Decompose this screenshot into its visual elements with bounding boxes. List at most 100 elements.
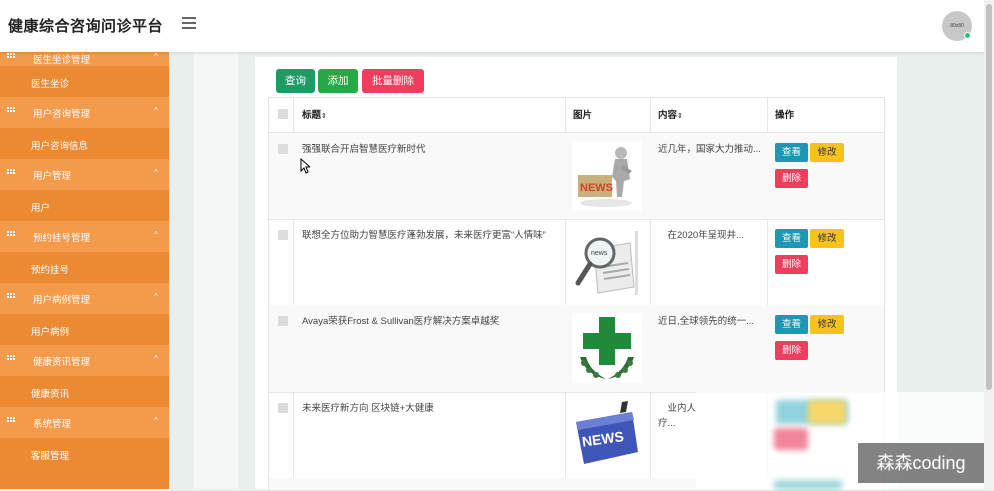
column-header-actions: 操作 — [775, 98, 794, 132]
sidebar-item-label: 客服管理 — [31, 451, 70, 462]
edit-button[interactable]: 修改 — [810, 143, 844, 162]
sidebar-item-label: 预约挂号 — [31, 265, 70, 276]
row-checkbox[interactable] — [278, 230, 288, 240]
column-header-image: 图片 — [573, 98, 592, 132]
app-title: 健康综合咨询问诊平台 — [8, 18, 164, 35]
green-cross-icon — [572, 313, 642, 383]
view-button[interactable]: 查看 — [775, 143, 808, 162]
caret-up-icon: ^ — [154, 168, 158, 177]
news-figure-icon: NEWS — [572, 141, 642, 211]
sidebar-group-appointment[interactable]: 预约挂号管理 ^ — [0, 221, 169, 252]
table-header: 标题⇕ 图片 内容⇕ 操作 — [269, 98, 884, 133]
grid-icon — [7, 417, 16, 425]
row-content: 近日,全球领先的统一... — [658, 316, 755, 327]
top-header: 健康综合咨询问诊平台 80x80 — [0, 0, 984, 52]
delete-button[interactable]: 删除 — [775, 255, 808, 274]
add-button[interactable]: 添加 — [318, 69, 358, 93]
sidebar-group-users[interactable]: 用户管理 ^ — [0, 159, 169, 190]
svg-text:NEWS: NEWS — [580, 182, 613, 194]
sidebar-group-cases[interactable]: 用户病例管理 ^ — [0, 283, 169, 314]
watermark: 森森coding — [858, 443, 984, 483]
column-header-label: 图片 — [573, 110, 593, 121]
edit-button[interactable]: 修改 — [810, 229, 844, 248]
sidebar-group-label: 预约挂号管理 — [33, 233, 91, 244]
sidebar-item-doctor[interactable]: 医生坐诊 — [0, 66, 169, 97]
blurred-button — [774, 428, 808, 450]
sidebar-group-label: 用户病例管理 — [33, 295, 91, 306]
caret-up-icon: ^ — [154, 292, 158, 301]
caret-up-icon: ^ — [154, 230, 158, 239]
avatar[interactable]: 80x80 — [942, 11, 972, 41]
column-header-title[interactable]: 标题⇕ — [302, 98, 327, 132]
grid-icon — [7, 355, 16, 363]
magnifier-newspaper-icon: news — [572, 227, 642, 297]
sidebar-item-cases[interactable]: 用户病例 — [0, 314, 169, 345]
sidebar-item-consult[interactable]: 用户咨询信息 — [0, 128, 169, 159]
view-button[interactable]: 查看 — [775, 315, 808, 334]
sidebar-item-appointment[interactable]: 预约挂号 — [0, 252, 169, 283]
delete-button[interactable]: 删除 — [775, 341, 808, 360]
sidebar-item-label: 用户 — [31, 203, 51, 214]
column-header-label: 标题 — [302, 110, 322, 121]
table-row: 联想全方位助力智慧医疗蓬勃发展，未来医疗更富“人情味” news 在2020年呈… — [269, 219, 884, 306]
row-content: 在2020年呈现井... — [658, 230, 745, 241]
sort-icon: ⇕ — [677, 113, 683, 120]
row-title: 联想全方位助力智慧医疗蓬勃发展，未来医疗更富“人情味” — [302, 230, 546, 241]
sidebar-group-label: 用户咨询管理 — [33, 109, 91, 120]
row-title: 强强联合开启智慧医疗新时代 — [302, 144, 426, 155]
vertical-scrollbar[interactable] — [984, 0, 994, 489]
grid-icon — [7, 169, 16, 177]
mouse-cursor-icon — [300, 158, 310, 174]
sidebar-group-label: 医生坐诊管理 — [33, 55, 91, 66]
sidebar-group-doctor[interactable]: 医生坐诊管理 ^ — [0, 52, 169, 66]
sort-icon: ⇕ — [321, 113, 327, 120]
content-gutter — [194, 52, 238, 489]
sidebar-group-label: 系统管理 — [33, 419, 72, 430]
news-key-icon: NEWS — [572, 400, 642, 470]
row-checkbox[interactable] — [278, 316, 288, 326]
sidebar-item-service[interactable]: 客服管理 — [0, 438, 169, 469]
row-checkbox[interactable] — [278, 144, 288, 154]
grid-icon — [7, 53, 16, 61]
caret-up-icon: ^ — [154, 52, 158, 61]
row-title: Avaya荣获Frost & Sullivan医疗解决方案卓越奖 — [302, 316, 500, 327]
table-row: 强强联合开启智慧医疗新时代 NEWS 近几年，国家大力推动... 查看 修改 删… — [269, 133, 884, 220]
sidebar-group-label: 用户管理 — [33, 171, 72, 182]
caret-up-icon: ^ — [154, 416, 158, 425]
sidebar-group-news[interactable]: 健康资讯管理 ^ — [0, 345, 169, 376]
view-button[interactable]: 查看 — [775, 229, 808, 248]
sidebar: 医生坐诊管理 ^ 医生坐诊 用户咨询管理 ^ 用户咨询信息 用户管理 ^ 用户 … — [0, 52, 169, 489]
row-checkbox[interactable] — [278, 403, 288, 413]
column-header-label: 内容 — [658, 110, 678, 121]
sidebar-item-label: 用户病例 — [31, 327, 70, 338]
sidebar-item-users[interactable]: 用户 — [0, 190, 169, 221]
sidebar-item-label: 健康资讯 — [31, 389, 70, 400]
bulk-delete-button[interactable]: 批量删除 — [362, 69, 424, 93]
row-content: 近几年，国家大力推动... — [658, 144, 761, 155]
table-row: Avaya荣获Frost & Sullivan医疗解决方案卓越奖 近日,全球领先… — [269, 305, 884, 393]
sidebar-item-label: 用户咨询信息 — [31, 141, 89, 152]
sidebar-item-label: 医生坐诊 — [31, 79, 70, 90]
sidebar-group-system[interactable]: 系统管理 ^ — [0, 407, 169, 438]
select-all-checkbox[interactable] — [278, 109, 288, 119]
delete-button[interactable]: 删除 — [775, 169, 808, 188]
caret-up-icon: ^ — [154, 106, 158, 115]
blurred-button — [808, 400, 846, 424]
row-title: 未来医疗新方向 区块链+大健康 — [302, 403, 434, 414]
sidebar-group-label: 健康资讯管理 — [33, 357, 91, 368]
grid-icon — [7, 293, 16, 301]
svg-text:news: news — [591, 250, 608, 257]
column-header-label: 操作 — [775, 110, 795, 121]
edit-button[interactable]: 修改 — [810, 315, 844, 334]
online-status-icon — [964, 32, 971, 39]
scrollbar-thumb[interactable] — [986, 4, 992, 390]
sidebar-group-consult[interactable]: 用户咨询管理 ^ — [0, 97, 169, 128]
caret-up-icon: ^ — [154, 354, 158, 363]
grid-icon — [7, 231, 16, 239]
query-button[interactable]: 查询 — [276, 69, 315, 93]
sidebar-item-news[interactable]: 健康资讯 — [0, 376, 169, 407]
column-header-content[interactable]: 内容⇕ — [658, 98, 683, 132]
grid-icon — [7, 107, 16, 115]
menu-toggle-icon[interactable] — [182, 17, 196, 29]
avatar-placeholder-text: 80x80 — [950, 23, 964, 29]
